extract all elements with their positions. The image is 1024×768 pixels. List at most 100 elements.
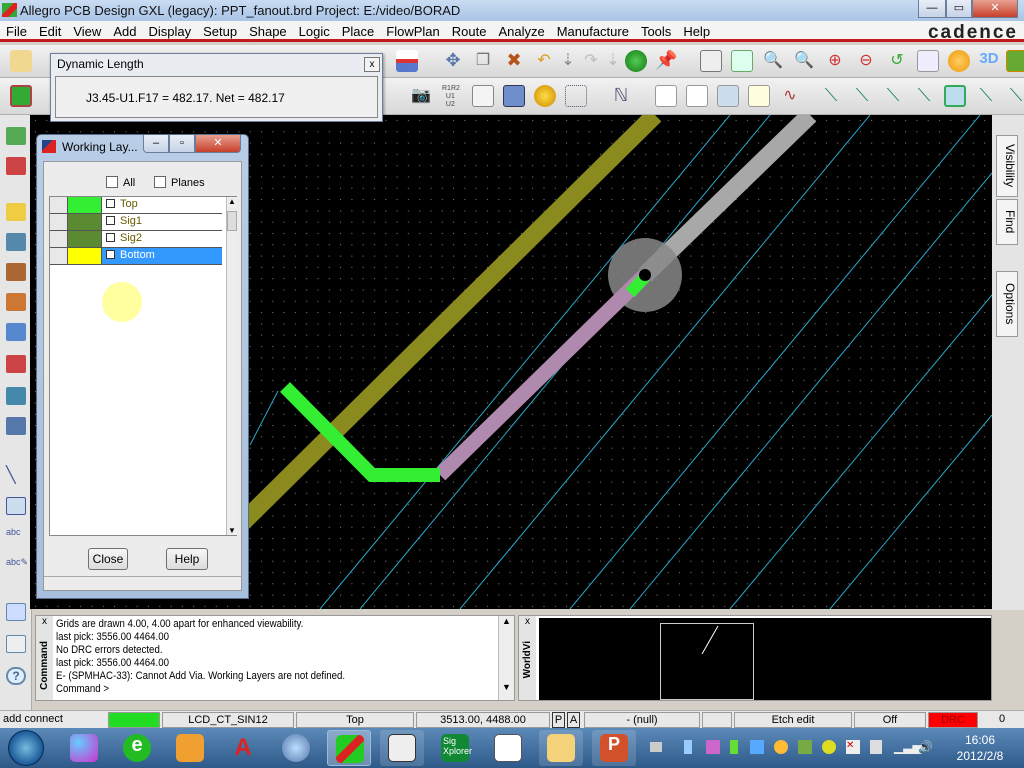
menu-display[interactable]: Display <box>142 21 197 39</box>
close-icon[interactable]: x <box>364 57 380 72</box>
scroll-thumb[interactable] <box>227 211 237 231</box>
flow-icon[interactable] <box>6 387 26 405</box>
split-icon[interactable] <box>6 293 26 311</box>
maximize-button[interactable]: ▫ <box>169 135 195 153</box>
menu-manufacture[interactable]: Manufacture <box>551 21 635 39</box>
scroll-down-arrow[interactable]: ▼ <box>499 682 514 692</box>
spread-icon[interactable]: ⟍ <box>975 85 997 107</box>
grid-toggle-icon[interactable] <box>731 50 753 72</box>
tab-options[interactable]: Options <box>996 271 1018 337</box>
taskbar-powerpoint[interactable]: P <box>592 730 636 766</box>
edit-text-icon[interactable]: abc✎ <box>6 557 28 575</box>
close-icon[interactable]: x <box>36 616 53 627</box>
scroll-up-arrow[interactable]: ▲ <box>227 197 237 206</box>
line-icon[interactable]: ╲ <box>6 465 26 484</box>
minimize-button[interactable]: – <box>143 135 169 153</box>
close-button[interactable]: ✕ <box>195 135 241 153</box>
layer-color-swatch[interactable] <box>68 214 102 230</box>
taskbar-app[interactable] <box>62 730 106 766</box>
unfix-icon[interactable]: ⇣ <box>602 50 624 72</box>
close-icon[interactable]: x <box>519 616 536 627</box>
add-connect-icon[interactable]: ⟍ <box>820 85 842 107</box>
sigint-model-icon[interactable] <box>717 85 739 107</box>
tab-visibility[interactable]: Visibility <box>996 135 1018 197</box>
menu-add[interactable]: Add <box>107 21 142 39</box>
sigint-check-icon[interactable] <box>748 85 770 107</box>
taskbar-sigxplorer[interactable]: Sig Xplorer <box>433 730 477 766</box>
help-button[interactable]: Help <box>166 548 208 570</box>
fix-icon[interactable]: ⇣ <box>557 50 579 72</box>
pin-icon[interactable]: 📌 <box>655 50 677 72</box>
redo-icon[interactable]: ↷ <box>580 50 602 72</box>
taskbar-explorer[interactable] <box>539 730 583 766</box>
redraw-icon[interactable] <box>948 50 970 72</box>
layer-checkbox[interactable] <box>106 250 115 259</box>
layer-list-scrollbar[interactable]: ▲ ▼ <box>226 197 237 535</box>
3d-view-icon[interactable]: 3D <box>978 50 1000 72</box>
layer-checkbox[interactable] <box>106 216 115 225</box>
layer-row-sig1[interactable]: Sig1 <box>50 214 222 231</box>
scroll-up-arrow[interactable]: ▲ <box>499 616 514 626</box>
zoom-window-icon[interactable]: 🔍 <box>762 50 784 72</box>
add-icon[interactable] <box>822 740 836 754</box>
probe-icon[interactable]: ∿ <box>779 85 801 107</box>
minimize-button[interactable]: — <box>918 0 946 18</box>
zoom-world-icon[interactable] <box>917 50 939 72</box>
menu-tools[interactable]: Tools <box>635 21 677 39</box>
green-ball-icon[interactable] <box>625 50 647 72</box>
maximize-button[interactable]: ▭ <box>946 0 972 18</box>
place-icon[interactable] <box>6 127 26 145</box>
camera-icon[interactable]: 📷 <box>410 85 432 107</box>
route-plan-icon[interactable] <box>6 323 26 341</box>
status-active-layer[interactable]: Top <box>296 712 414 728</box>
status-off[interactable]: Off <box>854 712 926 728</box>
vertex-icon[interactable] <box>944 85 966 107</box>
menu-shape[interactable]: Shape <box>243 21 293 39</box>
slide-icon[interactable]: ⟍ <box>851 85 873 107</box>
testpoint-icon[interactable] <box>534 85 556 107</box>
move-icon[interactable]: ✥ <box>442 50 464 72</box>
qq-icon[interactable] <box>774 740 788 754</box>
menu-help[interactable]: Help <box>677 21 716 39</box>
status-drc[interactable]: DRC <box>928 712 978 728</box>
power-icon[interactable] <box>870 740 882 754</box>
grid-icon[interactable] <box>700 50 722 72</box>
all-checkbox[interactable]: All <box>106 176 135 189</box>
volume-icon[interactable]: 🔊 <box>918 740 933 754</box>
menu-view[interactable]: View <box>67 21 107 39</box>
layer-row-bottom[interactable]: Bottom <box>50 248 222 265</box>
fanout-icon[interactable] <box>6 203 26 221</box>
rectangle-icon[interactable] <box>6 497 26 515</box>
array-icon[interactable] <box>565 85 587 107</box>
usb-icon[interactable] <box>684 740 692 754</box>
scroll-down-arrow[interactable]: ▼ <box>227 526 237 535</box>
window-icon[interactable] <box>6 603 26 621</box>
taskbar-document[interactable] <box>486 730 530 766</box>
sigint-book-icon[interactable] <box>686 85 708 107</box>
signal-icon[interactable]: ▁▃▅ <box>894 740 922 754</box>
tune-icon[interactable] <box>6 417 26 435</box>
text-icon[interactable]: abc <box>6 527 26 545</box>
layer-color-swatch[interactable] <box>68 248 102 264</box>
battery-icon[interactable] <box>730 740 738 754</box>
layer-row-sig2[interactable]: Sig2 <box>50 231 222 248</box>
dimension-icon[interactable] <box>6 233 26 251</box>
help-icon[interactable]: ? <box>6 667 26 685</box>
flag-icon[interactable]: ✕ <box>846 740 860 754</box>
menu-analyze[interactable]: Analyze <box>492 21 550 39</box>
report-icon[interactable] <box>472 85 494 107</box>
taskbar-search[interactable] <box>274 730 318 766</box>
close-button[interactable]: ✕ <box>972 0 1018 18</box>
menu-setup[interactable]: Setup <box>197 21 243 39</box>
worldview-canvas[interactable] <box>539 618 991 700</box>
start-button[interactable] <box>8 730 44 766</box>
checkbox[interactable] <box>154 176 166 188</box>
custom-smooth-icon[interactable]: ⟍ <box>913 85 935 107</box>
matrix-icon[interactable] <box>503 85 525 107</box>
menu-place[interactable]: Place <box>336 21 381 39</box>
route-icon[interactable]: ⟍ <box>1005 85 1024 107</box>
delete-layer-icon[interactable] <box>396 50 418 72</box>
menu-flowplan[interactable]: FlowPlan <box>380 21 445 39</box>
layer-color-swatch[interactable] <box>68 197 102 213</box>
keyboard-icon[interactable] <box>650 742 662 752</box>
